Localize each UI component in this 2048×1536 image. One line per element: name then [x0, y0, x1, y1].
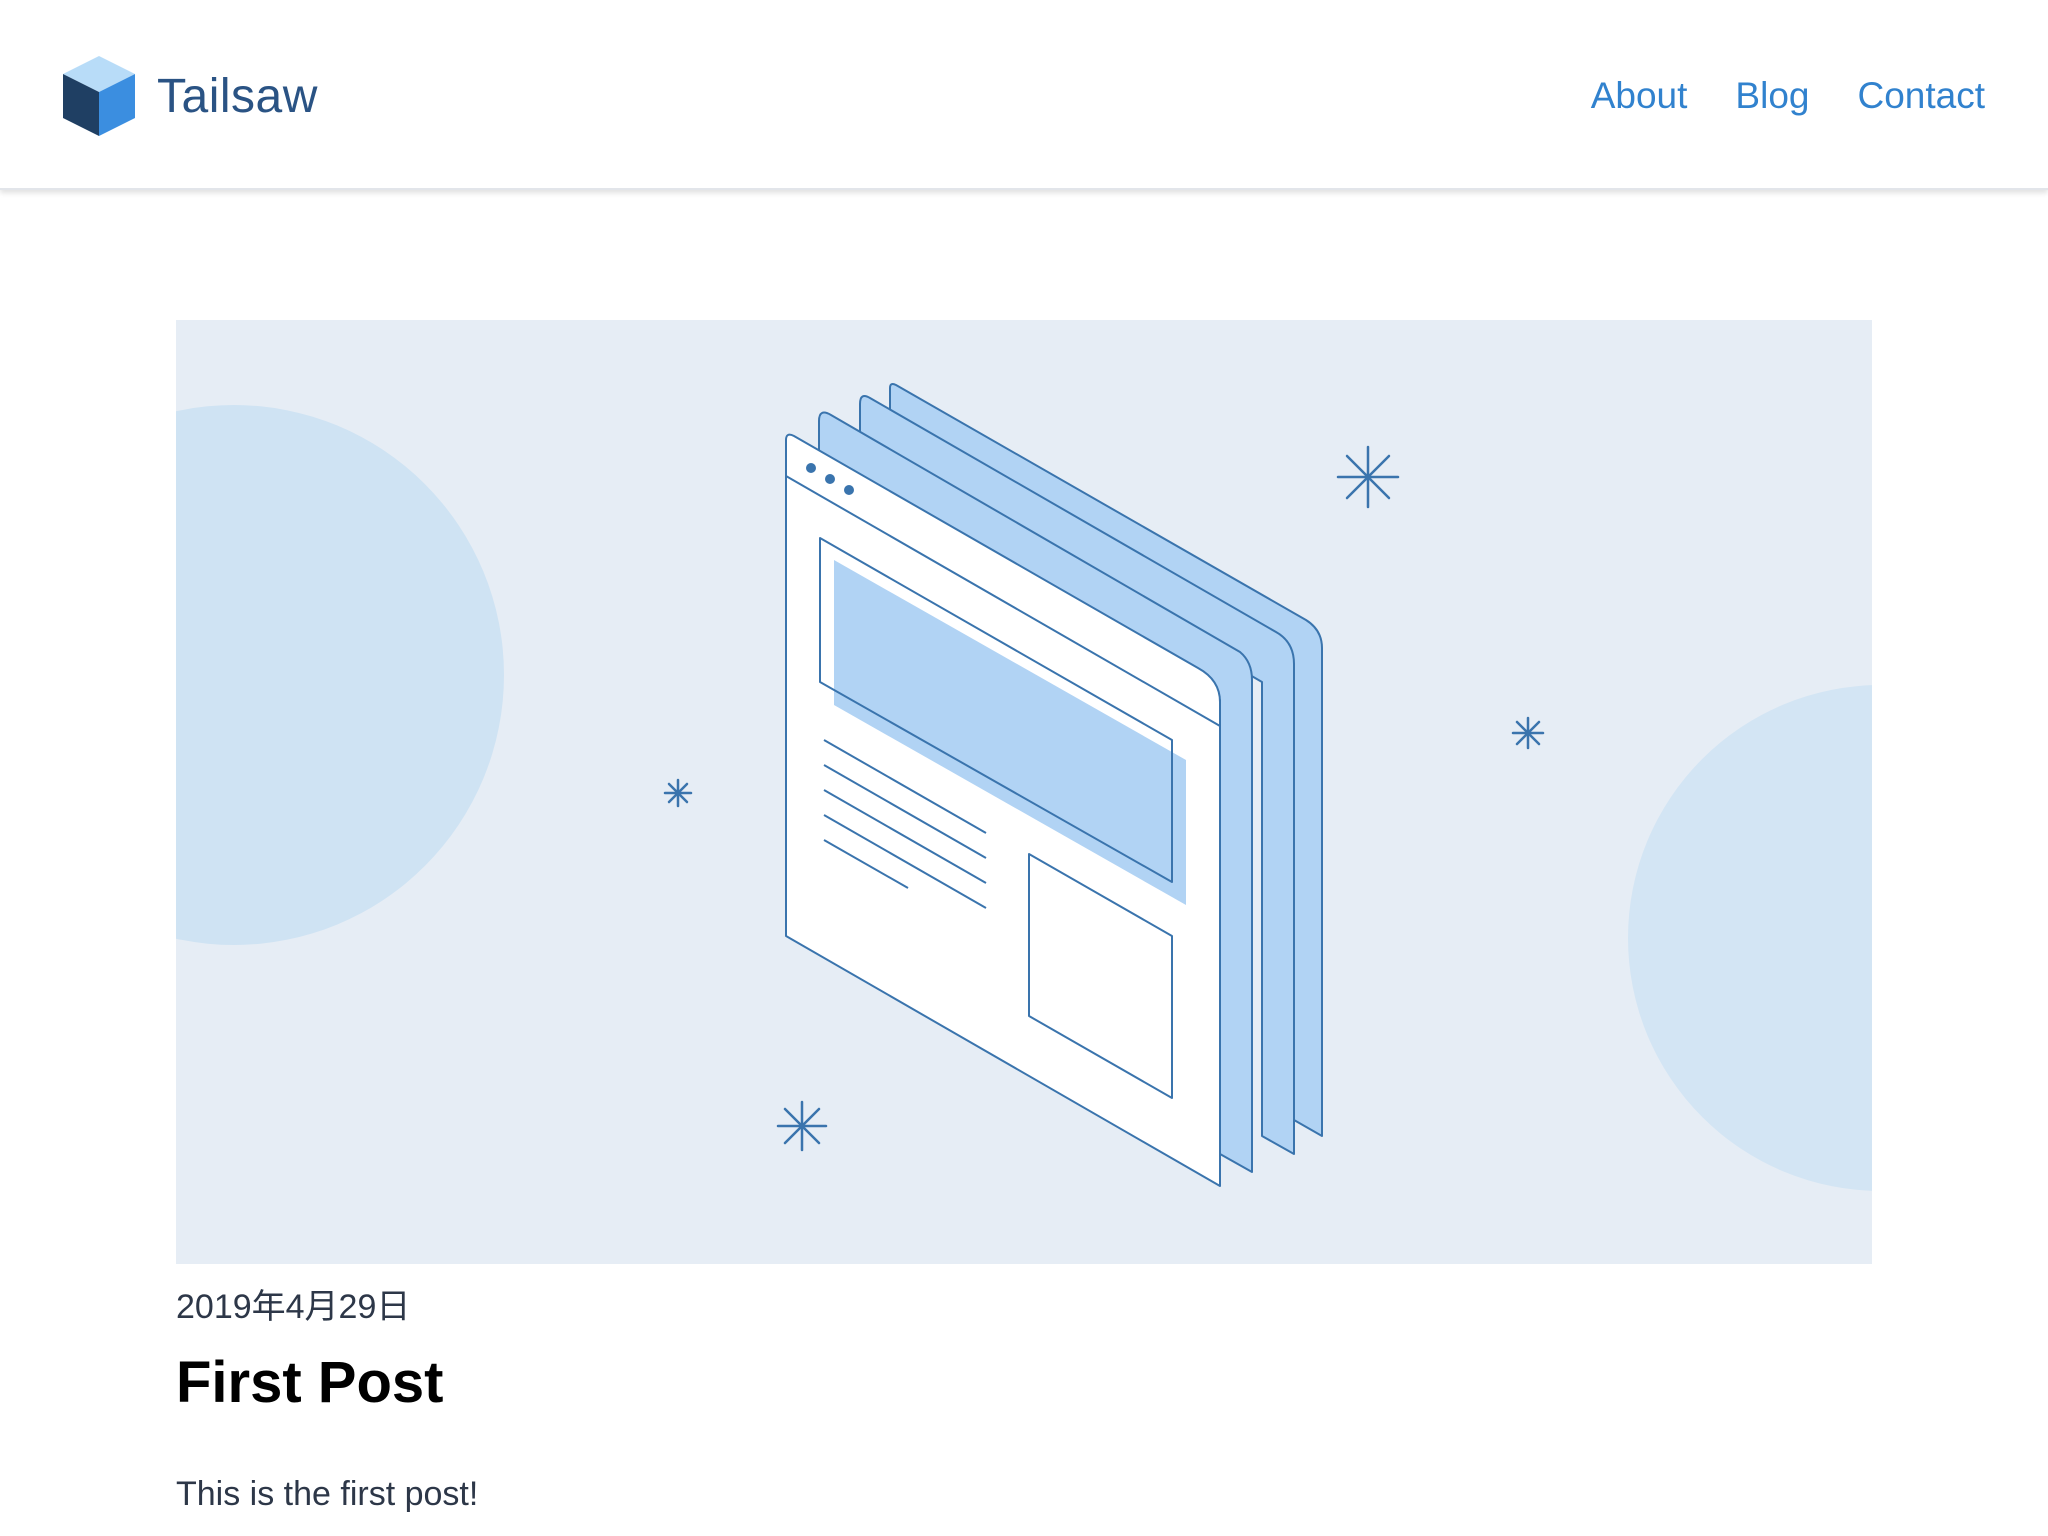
stacked-browser-windows-illustration	[176, 383, 1872, 1191]
post-date: 2019年4月29日	[176, 1288, 411, 1326]
nav-link-contact[interactable]: Contact	[1857, 70, 1985, 122]
brand-name: Tailsaw	[157, 69, 318, 123]
cube-logo-icon	[63, 56, 135, 136]
brand-link[interactable]: Tailsaw	[63, 54, 318, 138]
decor-circle-left	[176, 405, 504, 945]
nav-link-blog[interactable]: Blog	[1735, 70, 1809, 122]
post-body: This is the first post!	[176, 1475, 479, 1513]
post-title: First Post	[176, 1350, 444, 1415]
nav-link-about[interactable]: About	[1591, 70, 1688, 122]
site-header: Tailsaw About Blog Contact	[0, 0, 2048, 190]
post-hero-image	[176, 320, 1872, 1264]
main-nav: About Blog Contact	[1543, 70, 1985, 122]
decor-circle-right	[1628, 685, 1872, 1191]
